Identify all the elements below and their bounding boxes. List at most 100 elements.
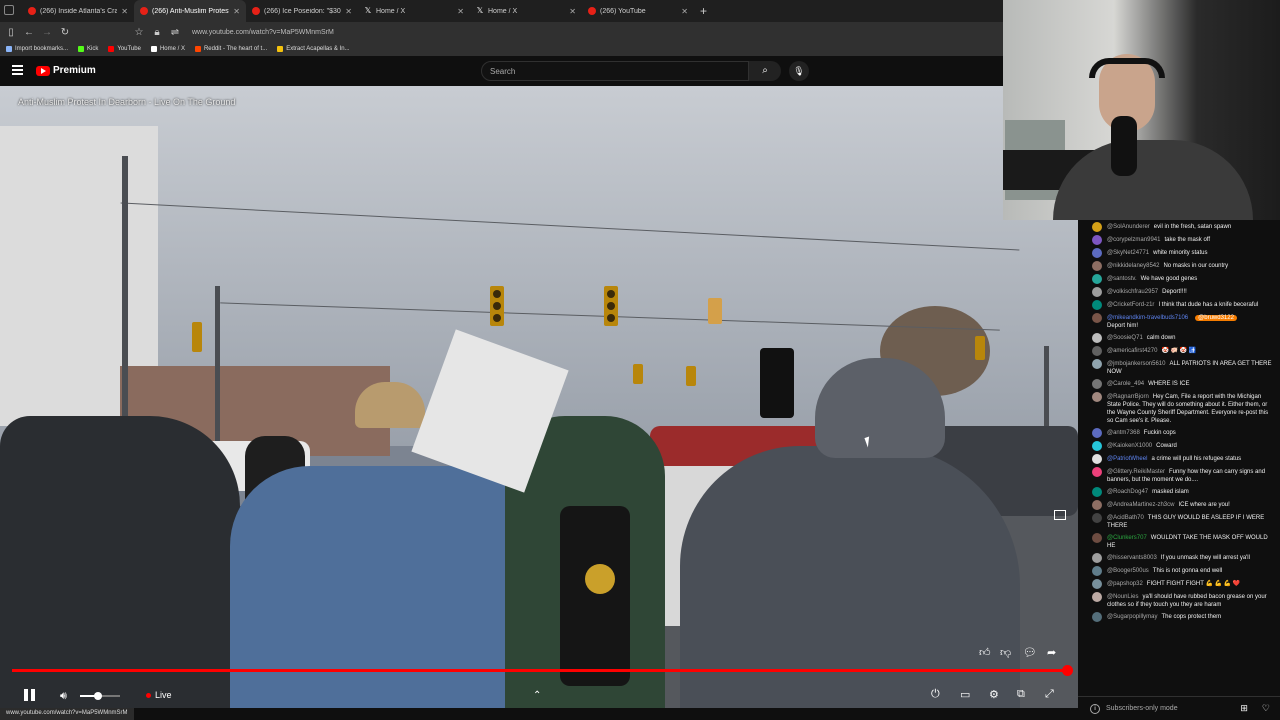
volume-icon[interactable]: 🔊︎ xyxy=(60,690,67,703)
youtube-logo[interactable]: Premium xyxy=(36,65,96,76)
menu-icon[interactable] xyxy=(12,65,23,75)
chat-message[interactable]: @PatriotWheel a crime will pull his refug… xyxy=(1078,453,1280,466)
chat-message[interactable]: @nikkidelaney8542 No masks in our country xyxy=(1078,260,1280,273)
avatar[interactable] xyxy=(1092,612,1102,622)
avatar[interactable] xyxy=(1092,566,1102,576)
chat-message[interactable]: @RoachDog47 masked islam xyxy=(1078,486,1280,499)
chat-author[interactable]: @Booger500us xyxy=(1107,568,1149,574)
chat-message[interactable]: @jmbojankerson5610 ALL PATRIOTS IN AREA G… xyxy=(1078,358,1280,378)
avatar[interactable] xyxy=(1092,274,1102,284)
avatar[interactable] xyxy=(1092,500,1102,510)
url-field[interactable]: www.youtube.com/watch?v=MaP5WMnmSrM xyxy=(192,29,334,36)
avatar[interactable] xyxy=(1092,579,1102,589)
avatar[interactable] xyxy=(1092,533,1102,543)
avatar[interactable] xyxy=(1092,392,1102,402)
browser-tab[interactable]: (266) Inside Atlanta's Craziest J✕ xyxy=(22,0,134,22)
chat-author[interactable]: @volkischfrau2957 xyxy=(1107,289,1158,295)
browser-tab[interactable]: 𝕏 Home / X ✕ xyxy=(358,0,470,22)
chat-author[interactable]: @hisservants8003 xyxy=(1107,555,1157,561)
comment-icon[interactable]: 💬︎ xyxy=(1023,646,1037,659)
chat-author[interactable]: @Clunkers707 xyxy=(1107,535,1147,541)
settings-gear-icon[interactable]: ⚙ xyxy=(989,688,999,701)
chat-message[interactable]: @RagnarrBjorn Hey Cam, File a report with… xyxy=(1078,391,1280,427)
chat-message[interactable]: @volkischfrau2957 Deport!!!! xyxy=(1078,286,1280,299)
bookmark-item[interactable]: YouTube xyxy=(108,46,141,52)
volume-knob[interactable] xyxy=(94,692,102,700)
chat-message[interactable]: @hisservants8003 If you unmask they will … xyxy=(1078,552,1280,565)
avatar[interactable] xyxy=(1092,487,1102,497)
chat-author[interactable]: @AndreaMartinez-zh3cw xyxy=(1107,502,1174,508)
chat-author[interactable]: @RagnarrBjorn xyxy=(1107,394,1149,400)
like-icon[interactable]: 👍︎ xyxy=(979,646,991,659)
volume-slider[interactable] xyxy=(80,692,120,700)
avatar[interactable] xyxy=(1092,454,1102,464)
browser-tab[interactable]: (266) YouTube ✕ xyxy=(582,0,694,22)
chat-author[interactable]: @corypelzman9941 xyxy=(1107,237,1160,243)
close-tab-icon[interactable]: ✕ xyxy=(569,7,576,16)
avatar[interactable] xyxy=(1092,300,1102,310)
microphone-icon[interactable]: 🎙︎ xyxy=(789,61,809,81)
chat-message[interactable]: @SolAnunderer evil in the fresh, satan sp… xyxy=(1078,221,1280,234)
chat-message[interactable]: @AndreaMartinez-zh3cw ICE where are you! xyxy=(1078,499,1280,512)
browser-tab[interactable]: 𝕏 Home / X ✕ xyxy=(470,0,582,22)
emoji-icon[interactable]: ⊞ xyxy=(1240,703,1248,714)
close-tab-icon[interactable]: ✕ xyxy=(121,7,128,16)
avatar[interactable] xyxy=(1092,248,1102,258)
miniplayer-icon[interactable]: ⧉ xyxy=(1017,688,1025,701)
avatar[interactable] xyxy=(1092,333,1102,343)
progress-knob[interactable] xyxy=(1062,665,1073,676)
avatar[interactable] xyxy=(1092,379,1102,389)
browser-tab[interactable]: (266) Ice Poseidon: "$30k Austi ✕ xyxy=(246,0,358,22)
chat-message[interactable]: @Clunkers707 WOULDNT TAKE THE MASK OFF WO… xyxy=(1078,532,1280,552)
avatar[interactable] xyxy=(1092,467,1102,477)
avatar[interactable] xyxy=(1092,513,1102,523)
avatar[interactable] xyxy=(1092,287,1102,297)
close-tab-icon[interactable]: ✕ xyxy=(681,7,688,16)
close-tab-icon[interactable]: ✕ xyxy=(233,7,240,16)
close-tab-icon[interactable]: ✕ xyxy=(345,7,352,16)
chat-message[interactable]: @SkyNet24771 white minority status xyxy=(1078,247,1280,260)
avatar[interactable] xyxy=(1092,346,1102,356)
video-player[interactable]: Anti-Muslim Protest In Dearborn - Live O… xyxy=(0,86,1078,708)
bookmark-star-icon[interactable]: ☆ xyxy=(134,27,144,38)
chat-message[interactable]: @corypelzman9941 take the mask off xyxy=(1078,234,1280,247)
chat-author[interactable]: @SkyNet24771 xyxy=(1107,250,1149,256)
chat-message[interactable]: @papshop32 FIGHT FIGHT FIGHT 💪 💪 💪 ❤️ xyxy=(1078,578,1280,591)
chat-author[interactable]: @CricketFord-z1r xyxy=(1107,302,1154,308)
chat-author[interactable]: @jmbojankerson5610 xyxy=(1107,361,1165,367)
bookmark-item[interactable]: Import bookmarks... xyxy=(6,46,68,52)
close-tab-icon[interactable]: ✕ xyxy=(457,7,464,16)
avatar[interactable] xyxy=(1092,553,1102,563)
chat-author[interactable]: @SoosieQ71 xyxy=(1107,335,1143,341)
sidebar-toggle-icon[interactable]: ▯ xyxy=(6,27,16,38)
avatar[interactable] xyxy=(1092,235,1102,245)
fullscreen-icon[interactable]: ⤢ xyxy=(1045,688,1054,701)
avatar[interactable] xyxy=(1092,441,1102,451)
avatar[interactable] xyxy=(1092,313,1102,323)
heart-icon[interactable]: ♡ xyxy=(1262,703,1270,714)
new-tab-button[interactable]: + xyxy=(700,4,707,18)
chat-message[interactable]: @Glittery.ReikiMaster Funny how they can … xyxy=(1078,466,1280,486)
bookmark-item[interactable]: Reddit - The heart of t... xyxy=(194,46,267,52)
chat-author[interactable]: @Glittery.ReikiMaster xyxy=(1107,469,1165,475)
bookmark-item[interactable]: Home / X xyxy=(150,46,185,52)
tab-search-icon[interactable] xyxy=(4,5,14,15)
chat-message[interactable]: @mikeandkim-travelbuds7106 @bruwd3122 Depo… xyxy=(1078,312,1280,332)
chat-author[interactable]: @PatriotWheel xyxy=(1107,456,1147,462)
chat-message[interactable]: @santostv. We have good genes xyxy=(1078,273,1280,286)
search-icon[interactable]: ⌕ xyxy=(749,61,781,81)
chat-author[interactable]: @mikeandkim-travelbuds7106 xyxy=(1107,315,1188,321)
chat-message[interactable]: @Carole_494 WHERE IS ICE xyxy=(1078,378,1280,391)
bookmark-item[interactable]: Kick xyxy=(78,46,98,52)
avatar[interactable] xyxy=(1092,222,1102,232)
reload-icon[interactable]: ↻ xyxy=(60,27,70,38)
dislike-icon[interactable]: 👎︎ xyxy=(1000,646,1011,659)
avatar[interactable] xyxy=(1092,592,1102,602)
chevron-up-icon[interactable]: ⌃ xyxy=(533,690,541,701)
chat-message[interactable]: @SoosieQ71 calm down xyxy=(1078,332,1280,345)
chat-author[interactable]: @Sugarpopillymay xyxy=(1107,614,1157,620)
chat-author[interactable]: @Carole_494 xyxy=(1107,381,1144,387)
forward-icon[interactable]: → xyxy=(42,27,52,38)
chat-author[interactable]: @RoachDog47 xyxy=(1107,489,1148,495)
avatar[interactable] xyxy=(1092,359,1102,369)
